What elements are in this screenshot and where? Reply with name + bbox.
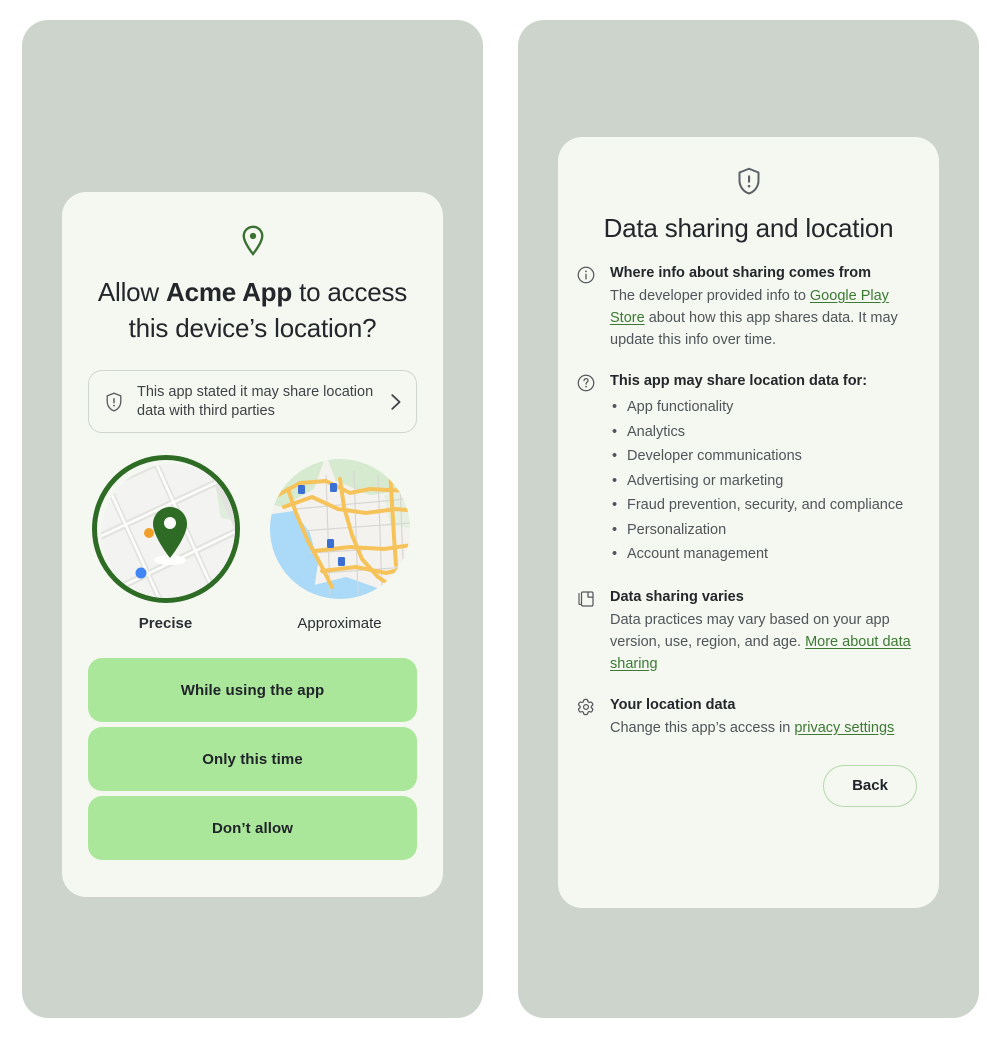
back-button[interactable]: Back: [823, 764, 917, 807]
location-pin-icon: [242, 225, 263, 256]
data-sharing-purpose-list: App functionality Analytics Developer co…: [610, 395, 917, 567]
page-title: Allow Acme App to access this device’s l…: [88, 274, 417, 346]
section-paragraph: The developer provided info to Google Pl…: [610, 285, 917, 351]
list-item: Developer communications: [610, 444, 917, 469]
list-item: Fraud prevention, security, and complian…: [610, 493, 917, 518]
settings-gear-icon: [578, 698, 594, 715]
title-prefix: Allow: [97, 277, 167, 307]
paragraph-text-part: about how this app shares data. It may u…: [610, 310, 898, 348]
permission-dialog-frame: Allow Acme App to access this device’s l…: [22, 20, 483, 1018]
list-item: Advertising or marketing: [610, 469, 917, 494]
help-circle-icon: [577, 374, 595, 392]
screenshot-stage: Allow Acme App to access this device’s l…: [0, 0, 992, 1038]
dont-allow-button[interactable]: Don’t allow: [88, 796, 417, 860]
paragraph-text-part: The developer provided info to: [610, 288, 810, 304]
location-accuracy-options: Precise Approximate: [62, 455, 443, 632]
permission-card: Allow Acme App to access this device’s l…: [62, 192, 443, 897]
section-share-location-data-for: This app may share location data for: Ap…: [576, 371, 917, 567]
location-option-approximate-label: Approximate: [297, 615, 382, 632]
page-title: Data sharing and location: [603, 213, 894, 243]
approximate-map-thumbnail: [266, 455, 414, 603]
list-item: App functionality: [610, 395, 917, 420]
precise-map-thumbnail: [91, 455, 240, 603]
location-option-precise[interactable]: Precise: [91, 455, 241, 632]
chevron-right-icon[interactable]: [384, 391, 406, 413]
shield-warning-icon: [738, 167, 759, 195]
section-heading: Where info about sharing comes from: [610, 265, 872, 281]
data-sharing-dialog-frame: Data sharing and location Where info abo…: [518, 20, 979, 1018]
data-sharing-card: Data sharing and location Where info abo…: [558, 137, 939, 908]
section-your-location-data: Your location data Change this app’s acc…: [576, 695, 917, 739]
list-item: Analytics: [610, 420, 917, 445]
section-paragraph: Data practices may vary based on your ap…: [610, 609, 917, 675]
info-circle-icon: [577, 266, 595, 284]
section-heading: Data sharing varies: [610, 588, 744, 605]
section-heading: Your location data: [610, 696, 736, 713]
list-item: Account management: [610, 542, 917, 567]
permission-actions: While using the app Only this time Don’t…: [88, 658, 417, 860]
data-sharing-sections: Where info about sharing comes from The …: [576, 263, 917, 739]
location-option-precise-label: Precise: [138, 615, 193, 632]
location-option-approximate[interactable]: Approximate: [265, 455, 415, 632]
title-app-name: Acme App: [166, 277, 293, 307]
copy-pages-icon: [578, 590, 594, 607]
section-paragraph: Change this app’s access in privacy sett…: [610, 717, 917, 739]
section-data-sharing-varies: Data sharing varies Data practices may v…: [576, 587, 917, 675]
paragraph-text-part: Change this app’s access in: [610, 719, 795, 736]
section-where-info-comes-from: Where info about sharing comes from The …: [576, 263, 917, 351]
section-heading: This app may share location data for:: [610, 373, 868, 389]
share-notice-banner[interactable]: This app stated it may share location da…: [88, 370, 417, 433]
only-this-time-button[interactable]: Only this time: [88, 727, 417, 791]
privacy-settings-link[interactable]: privacy settings: [794, 720, 894, 736]
share-notice-text: This app stated it may share location da…: [137, 383, 374, 419]
list-item: Personalization: [610, 518, 917, 543]
while-using-the-app-button[interactable]: While using the app: [88, 658, 417, 722]
shield-warning-icon: [106, 392, 122, 411]
back-button-row: Back: [558, 764, 917, 807]
